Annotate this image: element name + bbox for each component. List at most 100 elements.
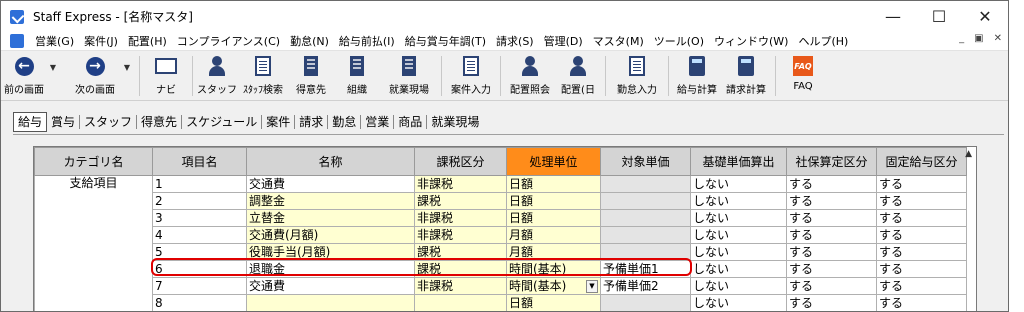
base-price-cell[interactable]: しない xyxy=(690,209,787,227)
base-price-cell[interactable]: しない xyxy=(690,294,787,311)
back-button[interactable]: ← 前の画面 ▼ xyxy=(1,54,56,100)
name-cell[interactable] xyxy=(246,294,415,311)
mdi-minimize-icon[interactable]: _ xyxy=(959,33,964,44)
menu-admin[interactable]: 管理(D) xyxy=(539,33,588,49)
base-price-cell[interactable]: しない xyxy=(690,192,787,210)
item-no-cell[interactable]: 4 xyxy=(152,226,247,244)
menu-help[interactable]: ヘルプ(H) xyxy=(793,33,853,49)
close-icon[interactable]: ✕ xyxy=(962,1,1008,32)
social-ins-cell[interactable]: する xyxy=(786,209,877,227)
mdi-restore-icon[interactable]: ▣ xyxy=(974,33,983,44)
col-header-social-ins[interactable]: 社保算定区分 xyxy=(786,147,877,176)
social-ins-cell[interactable]: する xyxy=(786,226,877,244)
unit-cell[interactable]: 月額 xyxy=(506,243,601,261)
menu-master[interactable]: マスタ(M) xyxy=(588,33,649,49)
salary-calc-button[interactable]: 給与計算 xyxy=(673,54,721,100)
base-price-cell[interactable]: しない xyxy=(690,260,787,278)
assign-day-button[interactable]: 配置(日 xyxy=(555,54,601,100)
social-ins-cell[interactable]: する xyxy=(786,260,877,278)
social-ins-cell[interactable]: する xyxy=(786,277,877,295)
staff-search-button[interactable]: ｽﾀｯﾌ検索 xyxy=(237,54,289,100)
faq-button[interactable]: FAQ FAQ xyxy=(780,54,826,100)
target-price-cell[interactable] xyxy=(600,243,691,261)
tax-cell[interactable]: 課税 xyxy=(414,260,507,278)
table-row[interactable]: 6 退職金 課税 時間(基本) 予備単価1 しない する する xyxy=(35,260,967,278)
forward-button[interactable]: → 次の画面 ▼ xyxy=(69,54,130,100)
combo-dropdown-icon[interactable]: ▼ xyxy=(586,279,598,293)
minimize-icon[interactable]: — xyxy=(870,1,916,32)
target-price-cell[interactable]: 予備単価1 xyxy=(600,260,691,278)
name-cell[interactable]: 役職手当(月額) xyxy=(246,243,415,261)
navi-button[interactable]: ナビ xyxy=(144,54,188,100)
social-ins-cell[interactable]: する xyxy=(786,192,877,210)
fixed-salary-cell[interactable]: する xyxy=(876,243,967,261)
menu-salary-bonus[interactable]: 給与賞与年調(T) xyxy=(400,33,491,49)
target-price-cell[interactable] xyxy=(600,226,691,244)
mdi-close-icon[interactable]: ✕ xyxy=(994,33,1002,44)
unit-cell[interactable]: 日額 xyxy=(506,175,601,193)
maximize-icon[interactable]: ☐ xyxy=(916,1,962,32)
fixed-salary-cell[interactable]: する xyxy=(876,209,967,227)
table-row[interactable]: 2 調整金 課税 日額 しない する する xyxy=(35,192,967,210)
social-ins-cell[interactable]: する xyxy=(786,243,877,261)
staff-button[interactable]: スタッフ xyxy=(197,54,237,100)
tab-schedule[interactable]: スケジュール xyxy=(182,115,263,129)
base-price-cell[interactable]: しない xyxy=(690,243,787,261)
tab-attendance[interactable]: 勤怠 xyxy=(328,115,362,129)
tax-cell[interactable]: 課税 xyxy=(414,192,507,210)
item-no-cell[interactable]: 6 xyxy=(152,260,247,278)
name-cell[interactable]: 調整金 xyxy=(246,192,415,210)
billing-calc-button[interactable]: 請求計算 xyxy=(721,54,771,100)
tab-billing[interactable]: 請求 xyxy=(295,115,329,129)
fixed-salary-cell[interactable]: する xyxy=(876,192,967,210)
name-cell[interactable]: 交通費 xyxy=(246,175,415,193)
tab-salary[interactable]: 給与 xyxy=(13,112,48,132)
fixed-salary-cell[interactable]: する xyxy=(876,226,967,244)
col-header-item[interactable]: 項目名 xyxy=(152,147,247,176)
item-no-cell[interactable]: 8 xyxy=(152,294,247,311)
unit-cell[interactable]: 時間(基本) xyxy=(506,260,601,278)
table-row[interactable]: 支給項目 1 交通費 非課税 日額 しない する する xyxy=(34,175,967,311)
target-price-cell[interactable] xyxy=(600,294,691,311)
menu-billing[interactable]: 請求(S) xyxy=(491,33,539,49)
menu-tools[interactable]: ツール(O) xyxy=(649,33,709,49)
item-no-cell[interactable]: 5 xyxy=(152,243,247,261)
client-button[interactable]: 得意先 xyxy=(289,54,333,100)
menu-window[interactable]: ウィンドウ(W) xyxy=(709,33,793,49)
unit-cell[interactable]: 日額 xyxy=(506,294,601,311)
tab-staff[interactable]: スタッフ xyxy=(80,115,138,129)
fixed-salary-cell[interactable]: する xyxy=(876,175,967,193)
base-price-cell[interactable]: しない xyxy=(690,277,787,295)
col-header-base-price[interactable]: 基礎単価算出 xyxy=(690,147,787,176)
case-input-button[interactable]: 案件入力 xyxy=(446,54,496,100)
fixed-salary-cell[interactable]: する xyxy=(876,277,967,295)
tab-case[interactable]: 案件 xyxy=(262,115,296,129)
tax-cell[interactable]: 非課税 xyxy=(414,277,507,295)
menu-sales[interactable]: 営業(G) xyxy=(30,33,79,49)
name-cell[interactable]: 立替金 xyxy=(246,209,415,227)
mdi-child-icon[interactable] xyxy=(10,34,24,48)
table-row[interactable]: 5 役職手当(月額) 課税 月額 しない する する xyxy=(35,243,967,261)
name-cell[interactable]: 退職金 xyxy=(246,260,415,278)
tax-cell[interactable]: 課税 xyxy=(414,243,507,261)
back-dropdown-icon[interactable]: ▼ xyxy=(50,63,56,72)
fixed-salary-cell[interactable]: する xyxy=(876,260,967,278)
col-header-tax[interactable]: 課税区分 xyxy=(414,147,507,176)
menu-prepay[interactable]: 給与前払(I) xyxy=(334,33,400,49)
table-row[interactable]: 4 交通費(月額) 非課税 月額 しない する する xyxy=(35,226,967,244)
unit-cell[interactable]: 日額 xyxy=(506,192,601,210)
tab-sales[interactable]: 営業 xyxy=(361,115,395,129)
item-no-cell[interactable]: 3 xyxy=(152,209,247,227)
unit-cell[interactable]: 月額 xyxy=(506,226,601,244)
col-header-category[interactable]: カテゴリ名 xyxy=(34,147,153,176)
name-master-grid[interactable]: カテゴリ名 項目名 名称 課税区分 処理単位 対象単価 基礎単価算出 社保算定区… xyxy=(33,146,977,311)
attendance-input-button[interactable]: 勤怠入力 xyxy=(610,54,664,100)
target-price-cell[interactable] xyxy=(600,192,691,210)
tax-cell[interactable]: 非課税 xyxy=(414,226,507,244)
menu-attendance[interactable]: 勤怠(N) xyxy=(285,33,334,49)
tab-client[interactable]: 得意先 xyxy=(137,115,183,129)
org-button[interactable]: 組織 xyxy=(333,54,381,100)
unit-cell[interactable]: 時間(基本) ▼ xyxy=(506,277,601,295)
item-no-cell[interactable]: 2 xyxy=(152,192,247,210)
col-header-unit[interactable]: 処理単位 xyxy=(506,147,601,176)
